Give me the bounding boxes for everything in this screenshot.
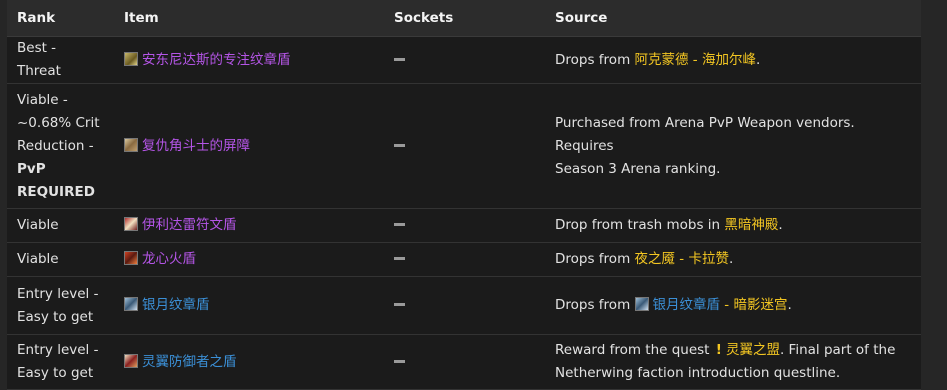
sockets-cell [384,276,545,335]
source-cell: Drops from 夜之魇 - 卡拉赞. [545,242,921,277]
header-source: Source [545,0,921,37]
shield-icon[interactable] [124,217,138,231]
rank-line: Easy to get [17,365,94,381]
rank-line: ~0.68% Crit [17,114,100,131]
source-text: Drops from [555,51,635,68]
rank-cell: Entry level - Easy to get [7,334,114,390]
item-cell: 伊利达雷符文盾 [114,208,384,243]
source-cell: Reward from the quest ! 灵翼之盟. Final part … [545,334,921,390]
item-cell: 安东尼达斯的专注纹章盾 [114,36,384,84]
item-link[interactable]: 银月纹章盾 [653,297,721,313]
source-separator: - [688,51,702,68]
empty-sockets-dash [394,223,405,226]
item-cell: 银月纹章盾 [114,276,384,335]
table-row: Viable - ~0.68% Crit Reduction - PvP REQ… [7,83,921,209]
source-cell: Drops from 阿克蒙德 - 海加尔峰. [545,36,921,84]
sockets-cell [384,36,545,84]
shield-icon[interactable] [124,251,138,265]
item-link[interactable]: 伊利达雷符文盾 [142,217,237,233]
header-sockets: Sockets [384,0,545,37]
table-row: Viable 龙心火盾 Drops from 夜之魇 - 卡拉赞. [7,242,921,277]
zone-link[interactable]: 暗影迷宫 [733,297,787,313]
source-separator: - [720,297,734,313]
zone-link[interactable]: 黑暗神殿 [724,217,778,233]
source-line: Season 3 Arena ranking. [555,160,721,177]
item-link[interactable]: 复仇角斗士的屏障 [142,138,250,154]
table-row: Entry level - Easy to get 银月纹章盾 Drops fr… [7,276,921,335]
source-text: Drops from [555,251,635,267]
source-suffix: . Final part of the [779,342,896,358]
sockets-cell [384,242,545,277]
sockets-cell [384,83,545,209]
header-rank: Rank [7,0,114,37]
source-suffix: . [728,251,734,267]
quest-icon: ! [715,342,722,358]
sockets-cell [384,208,545,243]
source-suffix: . [787,297,792,313]
gear-table: Rank Item Sockets Source Best - Threat 安… [7,0,921,390]
required-label: REQUIRED [17,183,95,200]
item-cell: 复仇角斗士的屏障 [114,83,384,209]
boss-link[interactable]: 夜之魇 [635,251,676,267]
shield-icon[interactable] [124,51,138,66]
header-item: Item [114,0,384,37]
rank-cell: Viable [7,208,114,243]
item-link[interactable]: 安东尼达斯的专注纹章盾 [142,52,291,68]
zone-link[interactable]: 卡拉赞 [688,251,729,267]
zone-link[interactable]: 海加尔峰 [702,52,756,68]
table-header-row: Rank Item Sockets Source [7,0,921,37]
rank-line: Easy to get [17,308,94,325]
source-separator: - [675,251,689,267]
source-cell: Drops from 银月纹章盾 - 暗影迷宫. [545,276,921,335]
rank-cell: Viable [7,242,114,277]
rank-cell: Entry level - Easy to get [7,276,114,335]
shield-icon[interactable] [634,297,649,311]
rank-cell: Viable - ~0.68% Crit Reduction - PvP REQ… [7,83,114,209]
shield-icon[interactable] [124,353,138,368]
source-suffix: . [778,217,783,233]
sockets-cell [384,334,545,390]
rank-line-bold: PvP [17,158,104,181]
source-cell: Drop from trash mobs in 黑暗神殿. [545,208,921,243]
shield-icon[interactable] [124,297,138,311]
source-suffix: . [755,51,761,68]
rank-line: Viable - [17,91,68,108]
source-text: Drop from trash mobs in [555,217,725,233]
rank-line: Entry level - [17,342,99,358]
empty-sockets-dash [394,57,405,61]
table-row: Entry level - Easy to get 灵翼防御者之盾 Reward… [7,334,921,390]
source-line: Reward from the quest ! 灵翼之盟. Final part … [555,339,911,362]
rank-line-bold: REQUIRED [17,181,104,204]
quest-link[interactable]: 灵翼之盟 [726,342,780,358]
boss-link[interactable]: 阿克蒙德 [635,52,689,68]
source-line: Purchased from Arena PvP Weapon vendors.… [555,114,855,154]
empty-sockets-dash [394,359,405,363]
item-cell: 灵翼防御者之盾 [114,334,384,390]
source-text: Drops from [555,297,635,313]
source-cell: Purchased from Arena PvP Weapon vendors.… [545,83,921,209]
source-text: Reward from the quest [555,342,714,358]
table-row: Viable 伊利达雷符文盾 Drop from trash mobs in 黑… [7,208,921,243]
item-cell: 龙心火盾 [114,242,384,277]
item-link[interactable]: 银月纹章盾 [142,297,210,313]
shield-icon[interactable] [124,137,138,152]
table-row: Best - Threat 安东尼达斯的专注纹章盾 Drops from 阿克蒙… [7,36,921,84]
rank-line: Entry level - [17,285,99,302]
rank-line: Reduction - [17,137,94,154]
pvp-label: PvP [17,160,46,177]
empty-sockets-dash [394,257,405,260]
empty-sockets-dash [394,143,405,147]
empty-sockets-dash [394,303,405,306]
rank-cell: Best - Threat [7,36,114,84]
source-line: Netherwing faction introduction questlin… [555,365,841,381]
gear-table-panel: Rank Item Sockets Source Best - Threat 安… [7,0,921,390]
item-link[interactable]: 灵翼防御者之盾 [142,354,237,370]
item-link[interactable]: 龙心火盾 [142,251,196,267]
